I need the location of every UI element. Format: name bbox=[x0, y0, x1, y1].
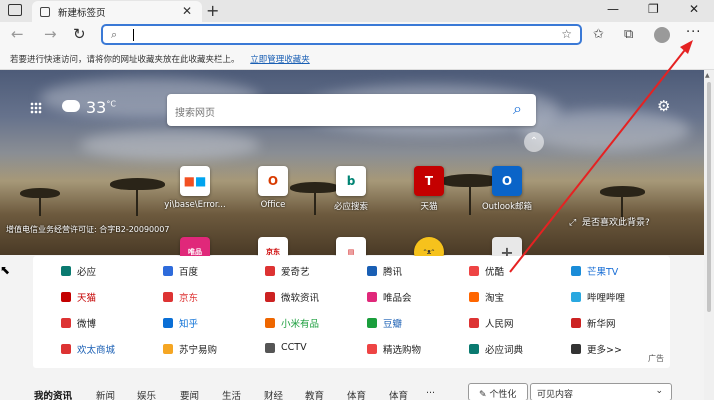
annotation-arrow bbox=[509, 40, 693, 273]
